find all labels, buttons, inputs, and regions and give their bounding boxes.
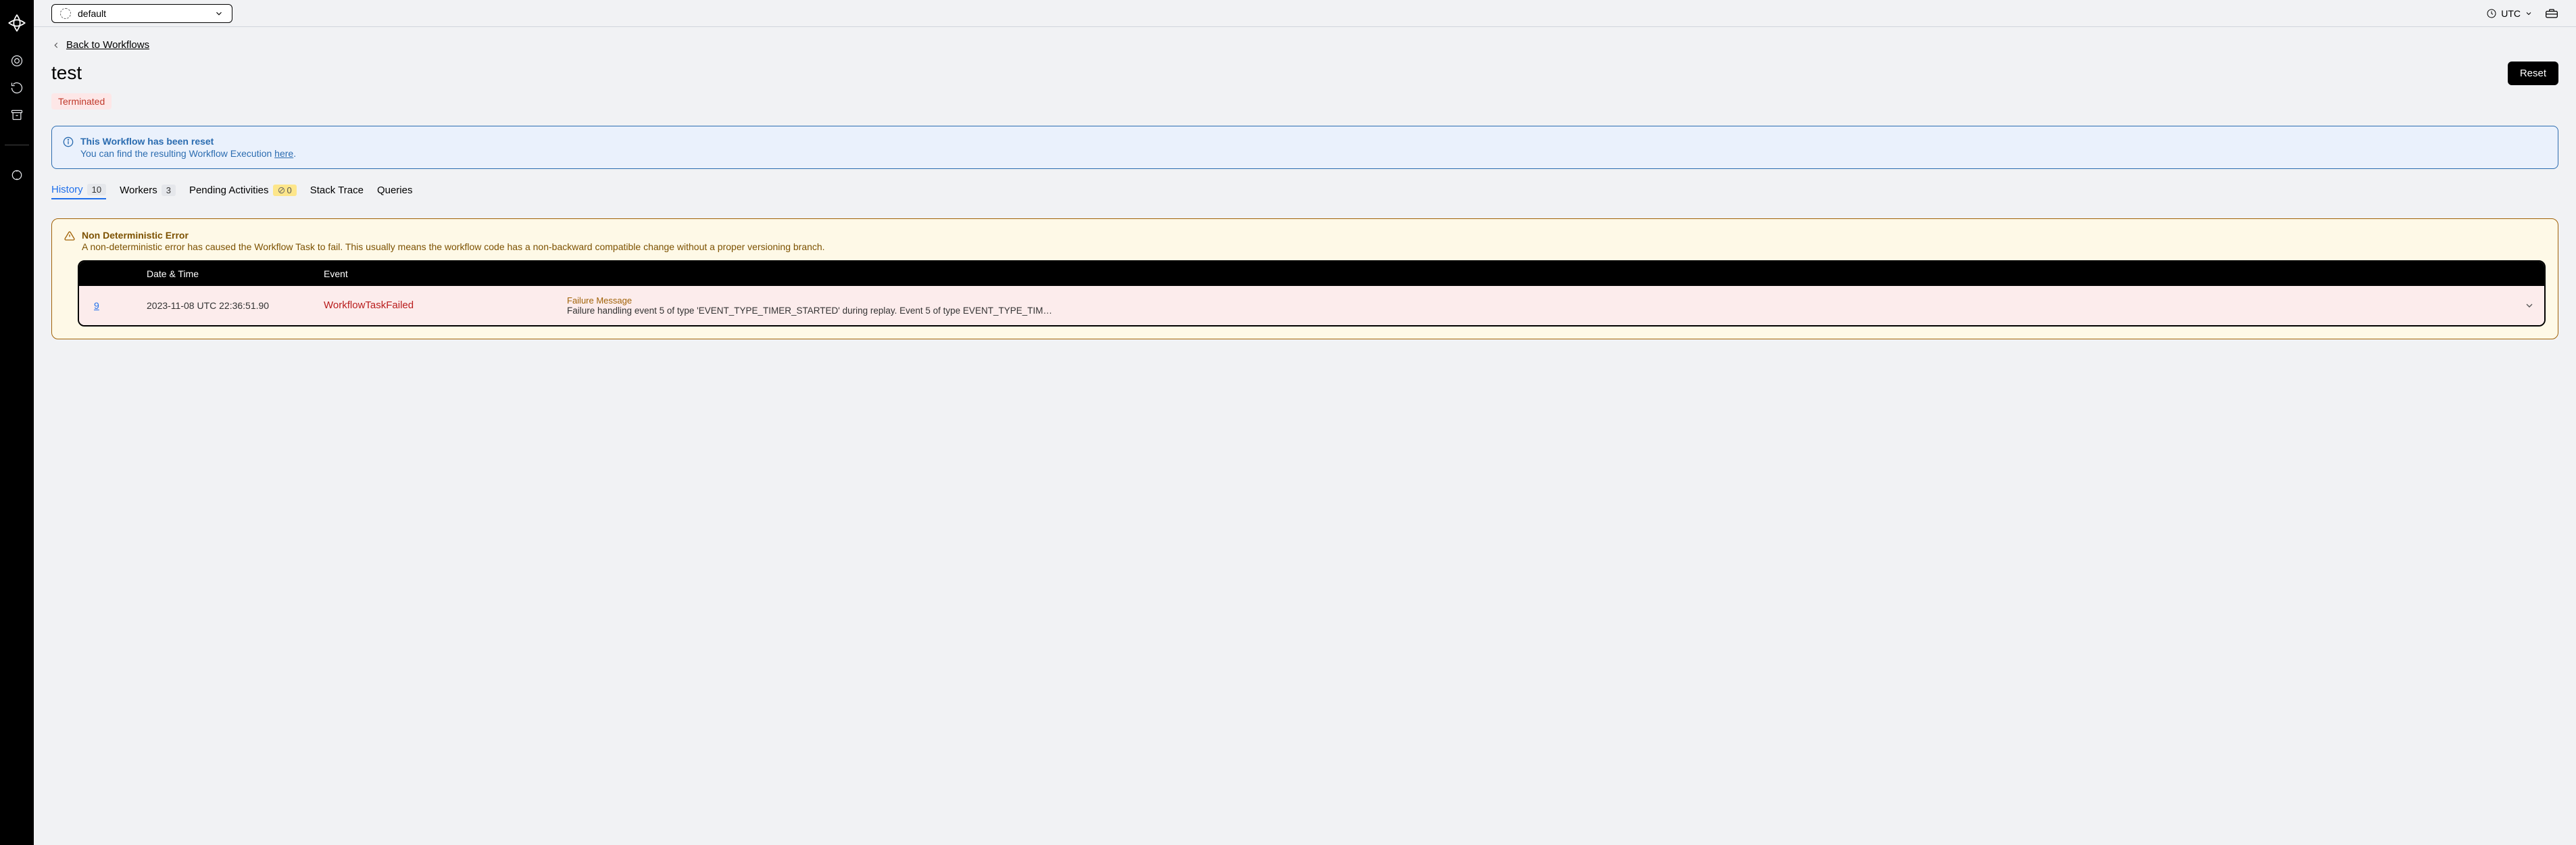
feedback-nav-icon[interactable] [9,167,25,183]
table-row[interactable]: 9 2023-11-08 UTC 22:36:51.90 WorkflowTas… [79,286,2544,325]
temporal-logo-icon[interactable] [6,12,28,34]
col-header-date: Date & Time [147,268,324,279]
schedules-nav-icon[interactable] [9,80,25,96]
timezone-value: UTC [2501,8,2521,19]
chevron-down-icon [2524,300,2535,311]
namespace-selector[interactable]: default [51,4,232,23]
reset-button[interactable]: Reset [2508,62,2558,85]
workflows-nav-icon[interactable] [9,53,25,69]
tab-label: Stack Trace [310,185,364,196]
tab-queries[interactable]: Queries [377,185,413,199]
error-title: Non Deterministic Error [82,230,825,241]
tab-pending-activities[interactable]: Pending Activities 0 [189,185,297,199]
info-icon [63,137,74,159]
error-event-table: Date & Time Event 9 2023-11-08 UTC 22:36… [78,260,2546,327]
info-banner-body: You can find the resulting Workflow Exec… [80,148,296,159]
back-link[interactable]: Back to Workflows [51,39,149,51]
expand-row-button[interactable] [2524,300,2535,311]
error-description: A non-deterministic error has caused the… [82,241,825,252]
tab-label: Workers [120,185,157,196]
table-header: Date & Time Event [79,262,2544,286]
warning-icon [64,231,75,241]
reset-info-banner: This Workflow has been reset You can fin… [51,126,2558,169]
tab-count: 10 [87,184,106,195]
col-header-event: Event [324,268,567,279]
tab-history[interactable]: History 10 [51,184,106,199]
event-datetime: 2023-11-08 UTC 22:36:51.90 [147,300,324,311]
back-link-text[interactable]: Back to Workflows [66,39,149,51]
tab-stack-trace[interactable]: Stack Trace [310,185,364,199]
chevron-down-icon [214,9,224,18]
status-badge: Terminated [51,93,112,110]
namespace-value: default [78,8,106,19]
event-id-link[interactable]: 9 [94,300,99,311]
chevron-left-icon [51,41,61,50]
info-banner-title: This Workflow has been reset [80,136,296,147]
tab-workers[interactable]: Workers 3 [120,185,176,199]
clock-icon [2486,8,2497,19]
failure-message-text: Failure handling event 5 of type 'EVENT_… [567,306,2509,316]
tab-label: History [51,184,83,195]
topbar: default UTC [34,0,2576,27]
tab-label: Queries [377,185,413,196]
toolbox-icon[interactable] [2545,8,2558,19]
namespace-icon [60,8,71,19]
info-banner-link[interactable]: here [274,148,293,159]
sidebar [0,0,34,845]
tab-count: 0 [273,185,297,196]
workflow-title: test [51,62,82,84]
archive-nav-icon[interactable] [9,107,25,123]
cancel-icon [278,187,285,194]
failure-message-label: Failure Message [567,295,2509,306]
timezone-selector[interactable]: UTC [2486,8,2533,19]
error-panel: Non Deterministic Error A non-determinis… [51,218,2558,339]
chevron-down-icon [2525,9,2533,18]
tabs: History 10 Workers 3 Pending Activities … [51,184,2558,199]
event-name: WorkflowTaskFailed [324,299,567,311]
tab-count: 3 [162,185,176,196]
tab-label: Pending Activities [189,185,269,196]
